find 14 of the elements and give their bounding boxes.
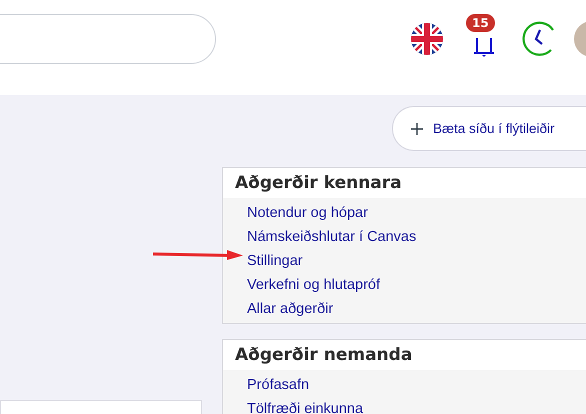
action-link[interactable]: Prófasafn (247, 377, 310, 393)
action-link[interactable]: Tölfræði einkunna (247, 401, 364, 414)
action-link[interactable]: Allar aðgerðir (247, 301, 334, 317)
notification-count: 15 (466, 14, 495, 32)
action-link[interactable]: Verkefni og hlutapróf (247, 277, 380, 293)
add-shortcut-button[interactable]: Bæta síðu í flýtileiðir (392, 106, 586, 151)
search-field[interactable] (0, 14, 216, 64)
action-link[interactable]: Notendur og hópar (247, 205, 368, 221)
flag-icon[interactable] (410, 22, 444, 56)
panel-title: Aðgerðir kennara (223, 168, 586, 198)
plus-icon (411, 122, 423, 134)
panel-title: Aðgerðir nemanda (223, 340, 586, 370)
action-link[interactable]: Námskeiðshlutar í Canvas (247, 229, 416, 245)
action-link[interactable]: Stillingar (247, 253, 303, 269)
